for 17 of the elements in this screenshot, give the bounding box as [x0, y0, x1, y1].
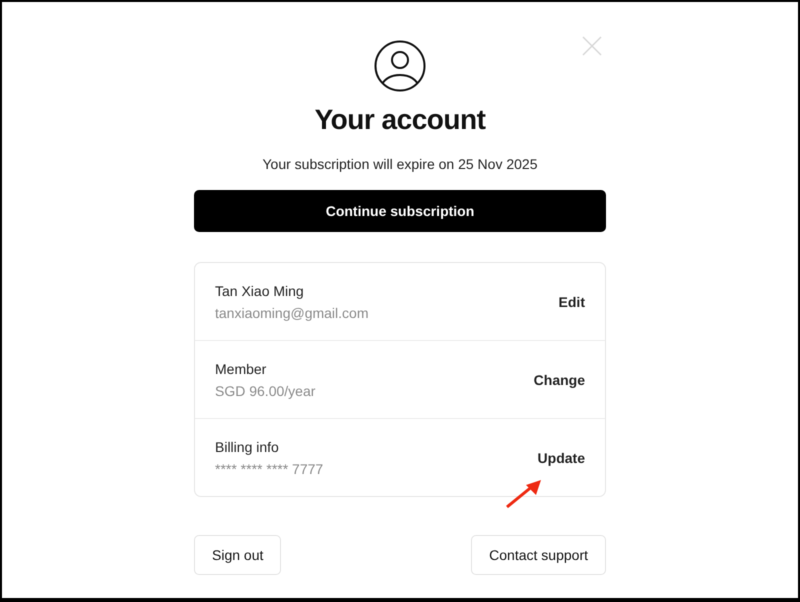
row-title: Billing info [215, 438, 280, 454]
footer-button[interactable]: Sign out [194, 535, 282, 575]
row-title: Tan Xiao Ming [215, 282, 305, 298]
footer-button[interactable]: Contact support [471, 535, 606, 575]
continue-subscription-button[interactable]: Continue subscription [194, 190, 606, 232]
row-action-link[interactable]: Update [538, 450, 585, 466]
row-detail: **** **** **** 7777 [215, 460, 324, 476]
row-detail: tanxiaoming@gmail.com [215, 304, 368, 320]
arrow-annotation [504, 478, 544, 510]
close-icon[interactable] [582, 36, 602, 56]
page-title: Your account [314, 103, 486, 137]
expiry-notice: Your subscription will expire on 25 Nov 2025 [262, 155, 538, 173]
row-action-link[interactable]: Change [534, 372, 585, 388]
row-detail: SGD 96.00/year [215, 382, 316, 398]
row-action-link[interactable]: Edit [558, 294, 585, 310]
user-avatar-icon [374, 40, 426, 92]
row-title: Member [215, 360, 268, 376]
